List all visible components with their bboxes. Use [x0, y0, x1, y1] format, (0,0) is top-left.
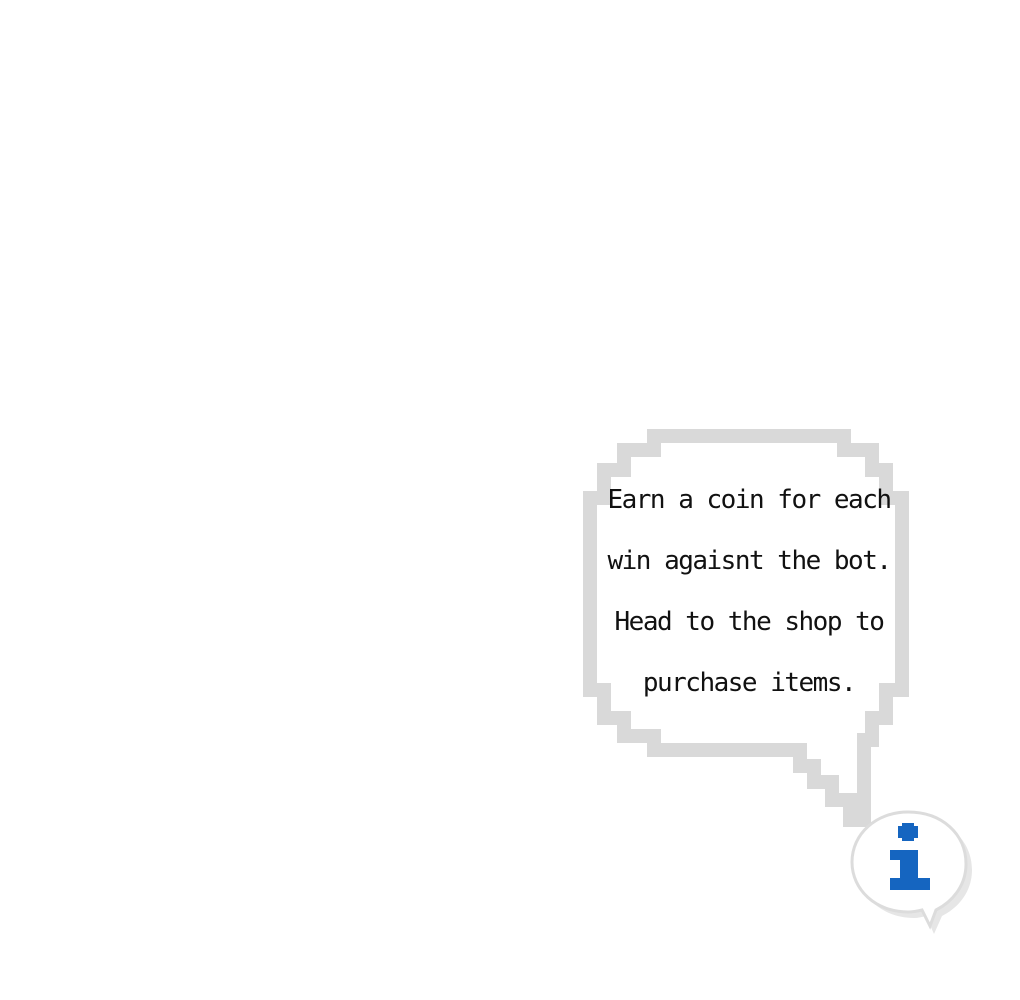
tooltip-line: Earn a coin for each: [607, 485, 892, 515]
tooltip-line: win agaisnt the bot.: [607, 546, 892, 576]
info-button[interactable]: [846, 806, 980, 936]
tooltip-text: Earn a coin for each win agaisnt the bot…: [600, 470, 898, 714]
tooltip-line: Head to the shop to: [614, 607, 885, 637]
info-tooltip: Earn a coin for each win agaisnt the bot…: [582, 428, 916, 830]
tooltip-line: purchase items.: [642, 668, 857, 698]
info-icon: [850, 810, 972, 934]
